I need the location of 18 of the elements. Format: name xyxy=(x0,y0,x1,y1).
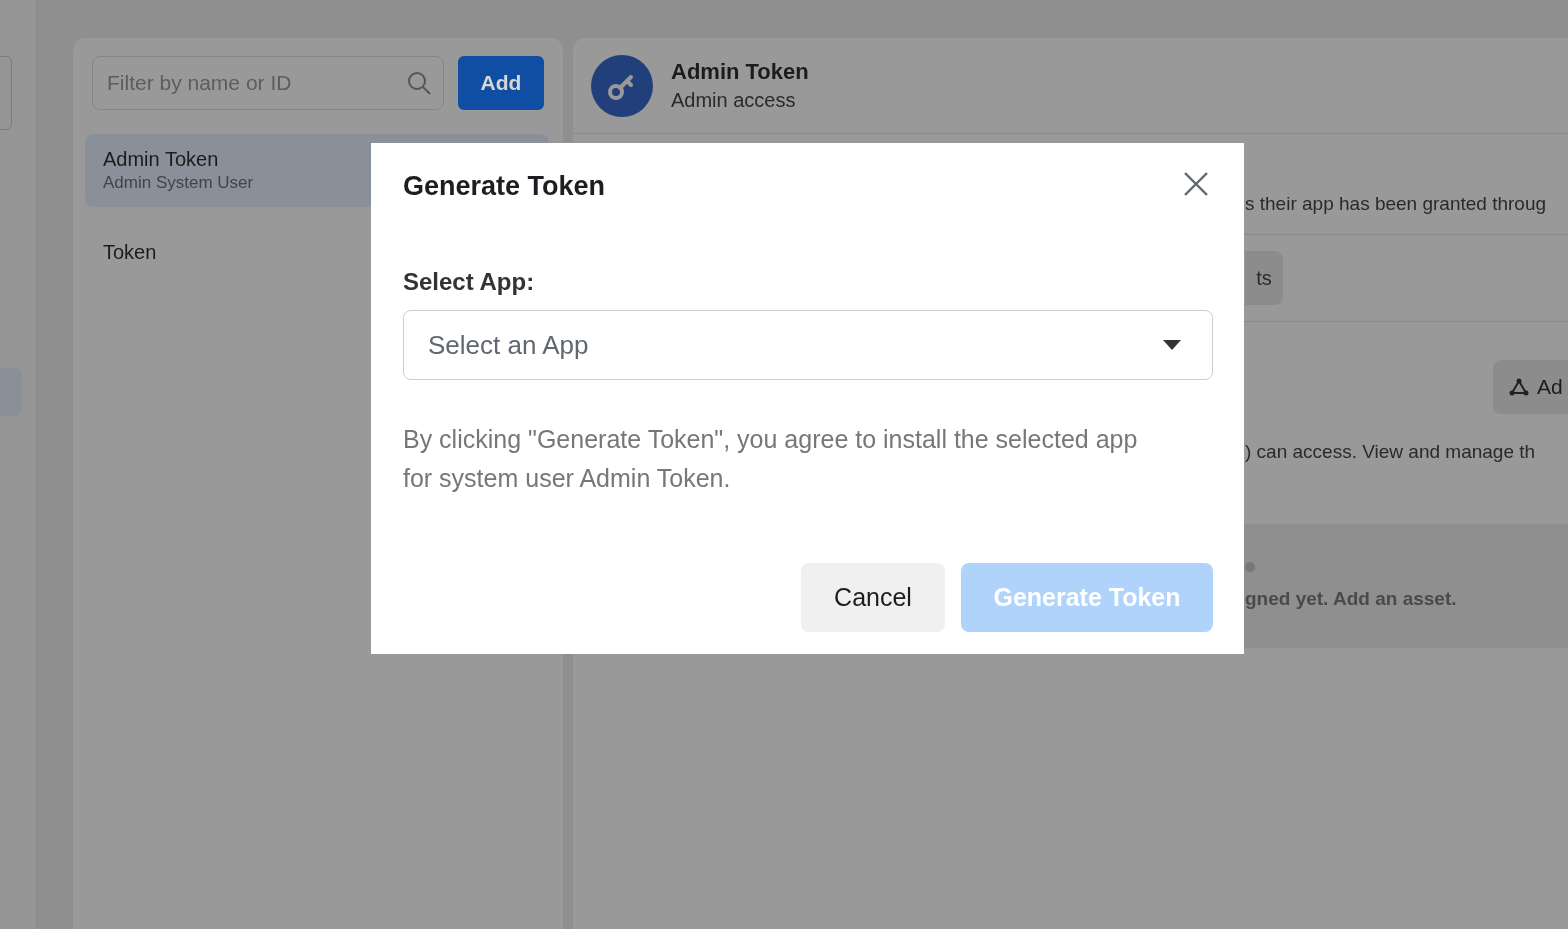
assets-button[interactable]: ts xyxy=(1245,251,1283,305)
assets-text: ) can access. View and manage th xyxy=(1245,441,1536,463)
field-label: Select App: xyxy=(403,268,535,296)
empty-assets-text: gned yet. Add an asset. xyxy=(1245,588,1458,610)
permissions-text: s their app has been granted throug xyxy=(1245,193,1547,215)
caret-icon xyxy=(1162,339,1182,351)
detail-title: Admin Token xyxy=(671,59,809,85)
add-button[interactable]: Add xyxy=(458,56,544,110)
nodes-icon xyxy=(1509,378,1529,396)
cancel-button[interactable]: Cancel xyxy=(801,563,945,632)
key-icon xyxy=(591,54,653,117)
install-notice: By clicking "Generate Token", you agree to install the selected app for system user Admin Token. xyxy=(403,424,1139,494)
search-icon xyxy=(406,70,432,96)
add-assets-button[interactable]: Ad xyxy=(1493,360,1568,414)
app-select[interactable]: Select an App xyxy=(403,310,1213,380)
close-icon xyxy=(1183,170,1209,197)
search-field[interactable]: Filter by name or ID xyxy=(92,56,444,110)
detail-subtitle: Admin access xyxy=(671,89,797,112)
